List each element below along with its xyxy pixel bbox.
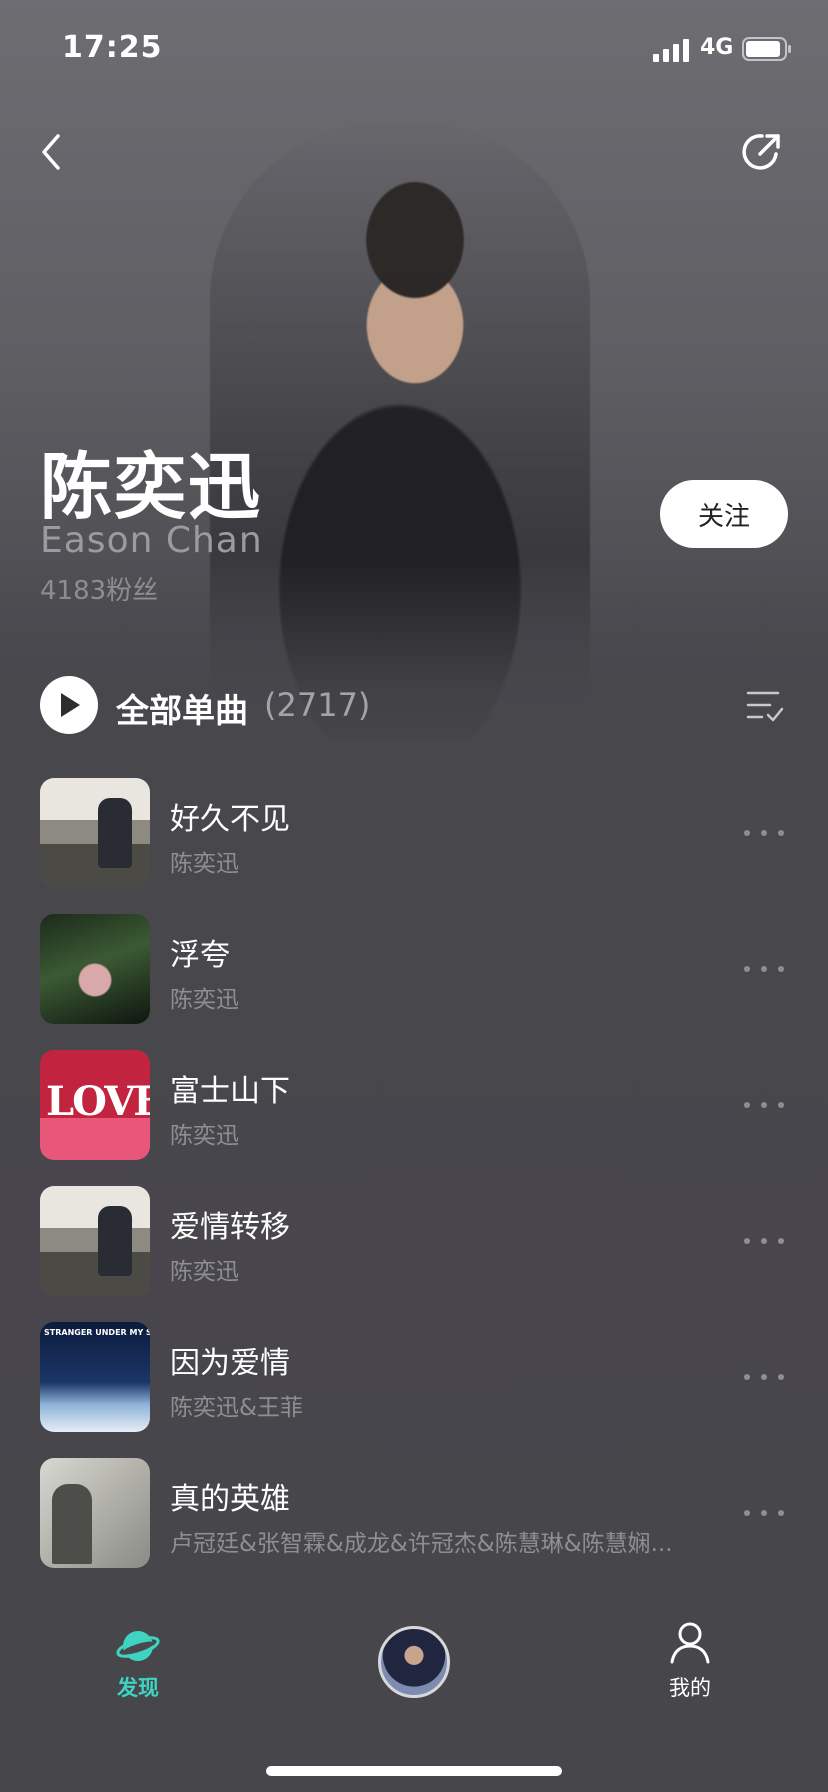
- tab-mine[interactable]: 我的: [652, 1600, 728, 1700]
- song-count: (2717): [264, 686, 371, 724]
- tab-discover-label: 发现: [117, 1676, 159, 1700]
- song-title: 真的英雄: [170, 1482, 290, 1517]
- song-title: 爱情转移: [170, 1210, 290, 1245]
- fans-count: 4183粉丝: [40, 576, 159, 606]
- home-indicator: [266, 1766, 562, 1776]
- tab-bar: 发现 我的: [0, 1600, 828, 1792]
- song-artist: 卢冠廷&张智霖&成龙&许冠杰&陈慧琳&陈慧娴...: [170, 1531, 673, 1557]
- more-icon[interactable]: [744, 1238, 784, 1248]
- song-list: 好久不见 陈奕迅 浮夸 陈奕迅 LOVE 富士山下 陈奕迅 爱情转移 陈奕迅 S…: [0, 778, 828, 1594]
- play-all-label[interactable]: 全部单曲: [116, 684, 248, 732]
- more-icon[interactable]: [744, 1510, 784, 1520]
- song-row[interactable]: 真的英雄 卢冠廷&张智霖&成龙&许冠杰&陈慧琳&陈慧娴...: [0, 1458, 828, 1594]
- more-icon[interactable]: [744, 1102, 784, 1112]
- song-title: 好久不见: [170, 802, 290, 837]
- album-cover: LOVE: [40, 1050, 150, 1160]
- discover-planet-icon: [116, 1631, 160, 1661]
- follow-button[interactable]: 关注: [660, 480, 788, 548]
- more-icon[interactable]: [744, 1374, 784, 1384]
- song-artist: 陈奕迅: [170, 1259, 239, 1285]
- more-icon[interactable]: [744, 966, 784, 976]
- song-title: 浮夸: [170, 938, 230, 973]
- album-cover: [40, 1458, 150, 1568]
- artist-name: 陈奕迅: [40, 445, 263, 529]
- song-title: 因为爱情: [170, 1346, 290, 1381]
- cover-caption: STRANGER UNDER MY SKIN: [44, 1328, 150, 1337]
- network-label: 4G: [700, 35, 734, 60]
- more-icon[interactable]: [744, 830, 784, 840]
- status-bar: 17:25 4G: [0, 0, 828, 100]
- song-row[interactable]: 好久不见 陈奕迅: [0, 778, 828, 914]
- status-time: 17:25: [62, 30, 163, 65]
- song-row[interactable]: STRANGER UNDER MY SKIN 因为爱情 陈奕迅&王菲: [0, 1322, 828, 1458]
- play-icon: [61, 693, 80, 717]
- user-icon: [670, 1622, 710, 1664]
- album-cover: [40, 914, 150, 1024]
- artist-english-name: Eason Chan: [40, 520, 263, 561]
- share-icon[interactable]: [740, 130, 784, 174]
- play-all-button[interactable]: [40, 676, 98, 734]
- song-row[interactable]: 爱情转移 陈奕迅: [0, 1186, 828, 1322]
- manage-list-icon[interactable]: [746, 688, 784, 724]
- album-cover: STRANGER UNDER MY SKIN: [40, 1322, 150, 1432]
- tab-mine-label: 我的: [669, 1676, 711, 1700]
- song-artist: 陈奕迅: [170, 987, 239, 1013]
- battery-icon: [742, 37, 791, 61]
- album-cover: [40, 778, 150, 888]
- signal-icon: [653, 39, 689, 62]
- song-title: 富士山下: [170, 1074, 290, 1109]
- song-artist: 陈奕迅: [170, 1123, 239, 1149]
- album-cover: [40, 1186, 150, 1296]
- cover-love-text: LOVE: [46, 1078, 150, 1125]
- song-artist: 陈奕迅: [170, 851, 239, 877]
- now-playing-disc[interactable]: [378, 1626, 450, 1698]
- song-row[interactable]: LOVE 富士山下 陈奕迅: [0, 1050, 828, 1186]
- back-icon[interactable]: [36, 128, 68, 176]
- song-artist: 陈奕迅&王菲: [170, 1395, 303, 1421]
- song-row[interactable]: 浮夸 陈奕迅: [0, 914, 828, 1050]
- tab-discover[interactable]: 发现: [100, 1600, 176, 1700]
- artist-page: 17:25 4G 陈奕迅 Eason Chan 4183粉丝 关注 全部单曲 (…: [0, 0, 828, 1792]
